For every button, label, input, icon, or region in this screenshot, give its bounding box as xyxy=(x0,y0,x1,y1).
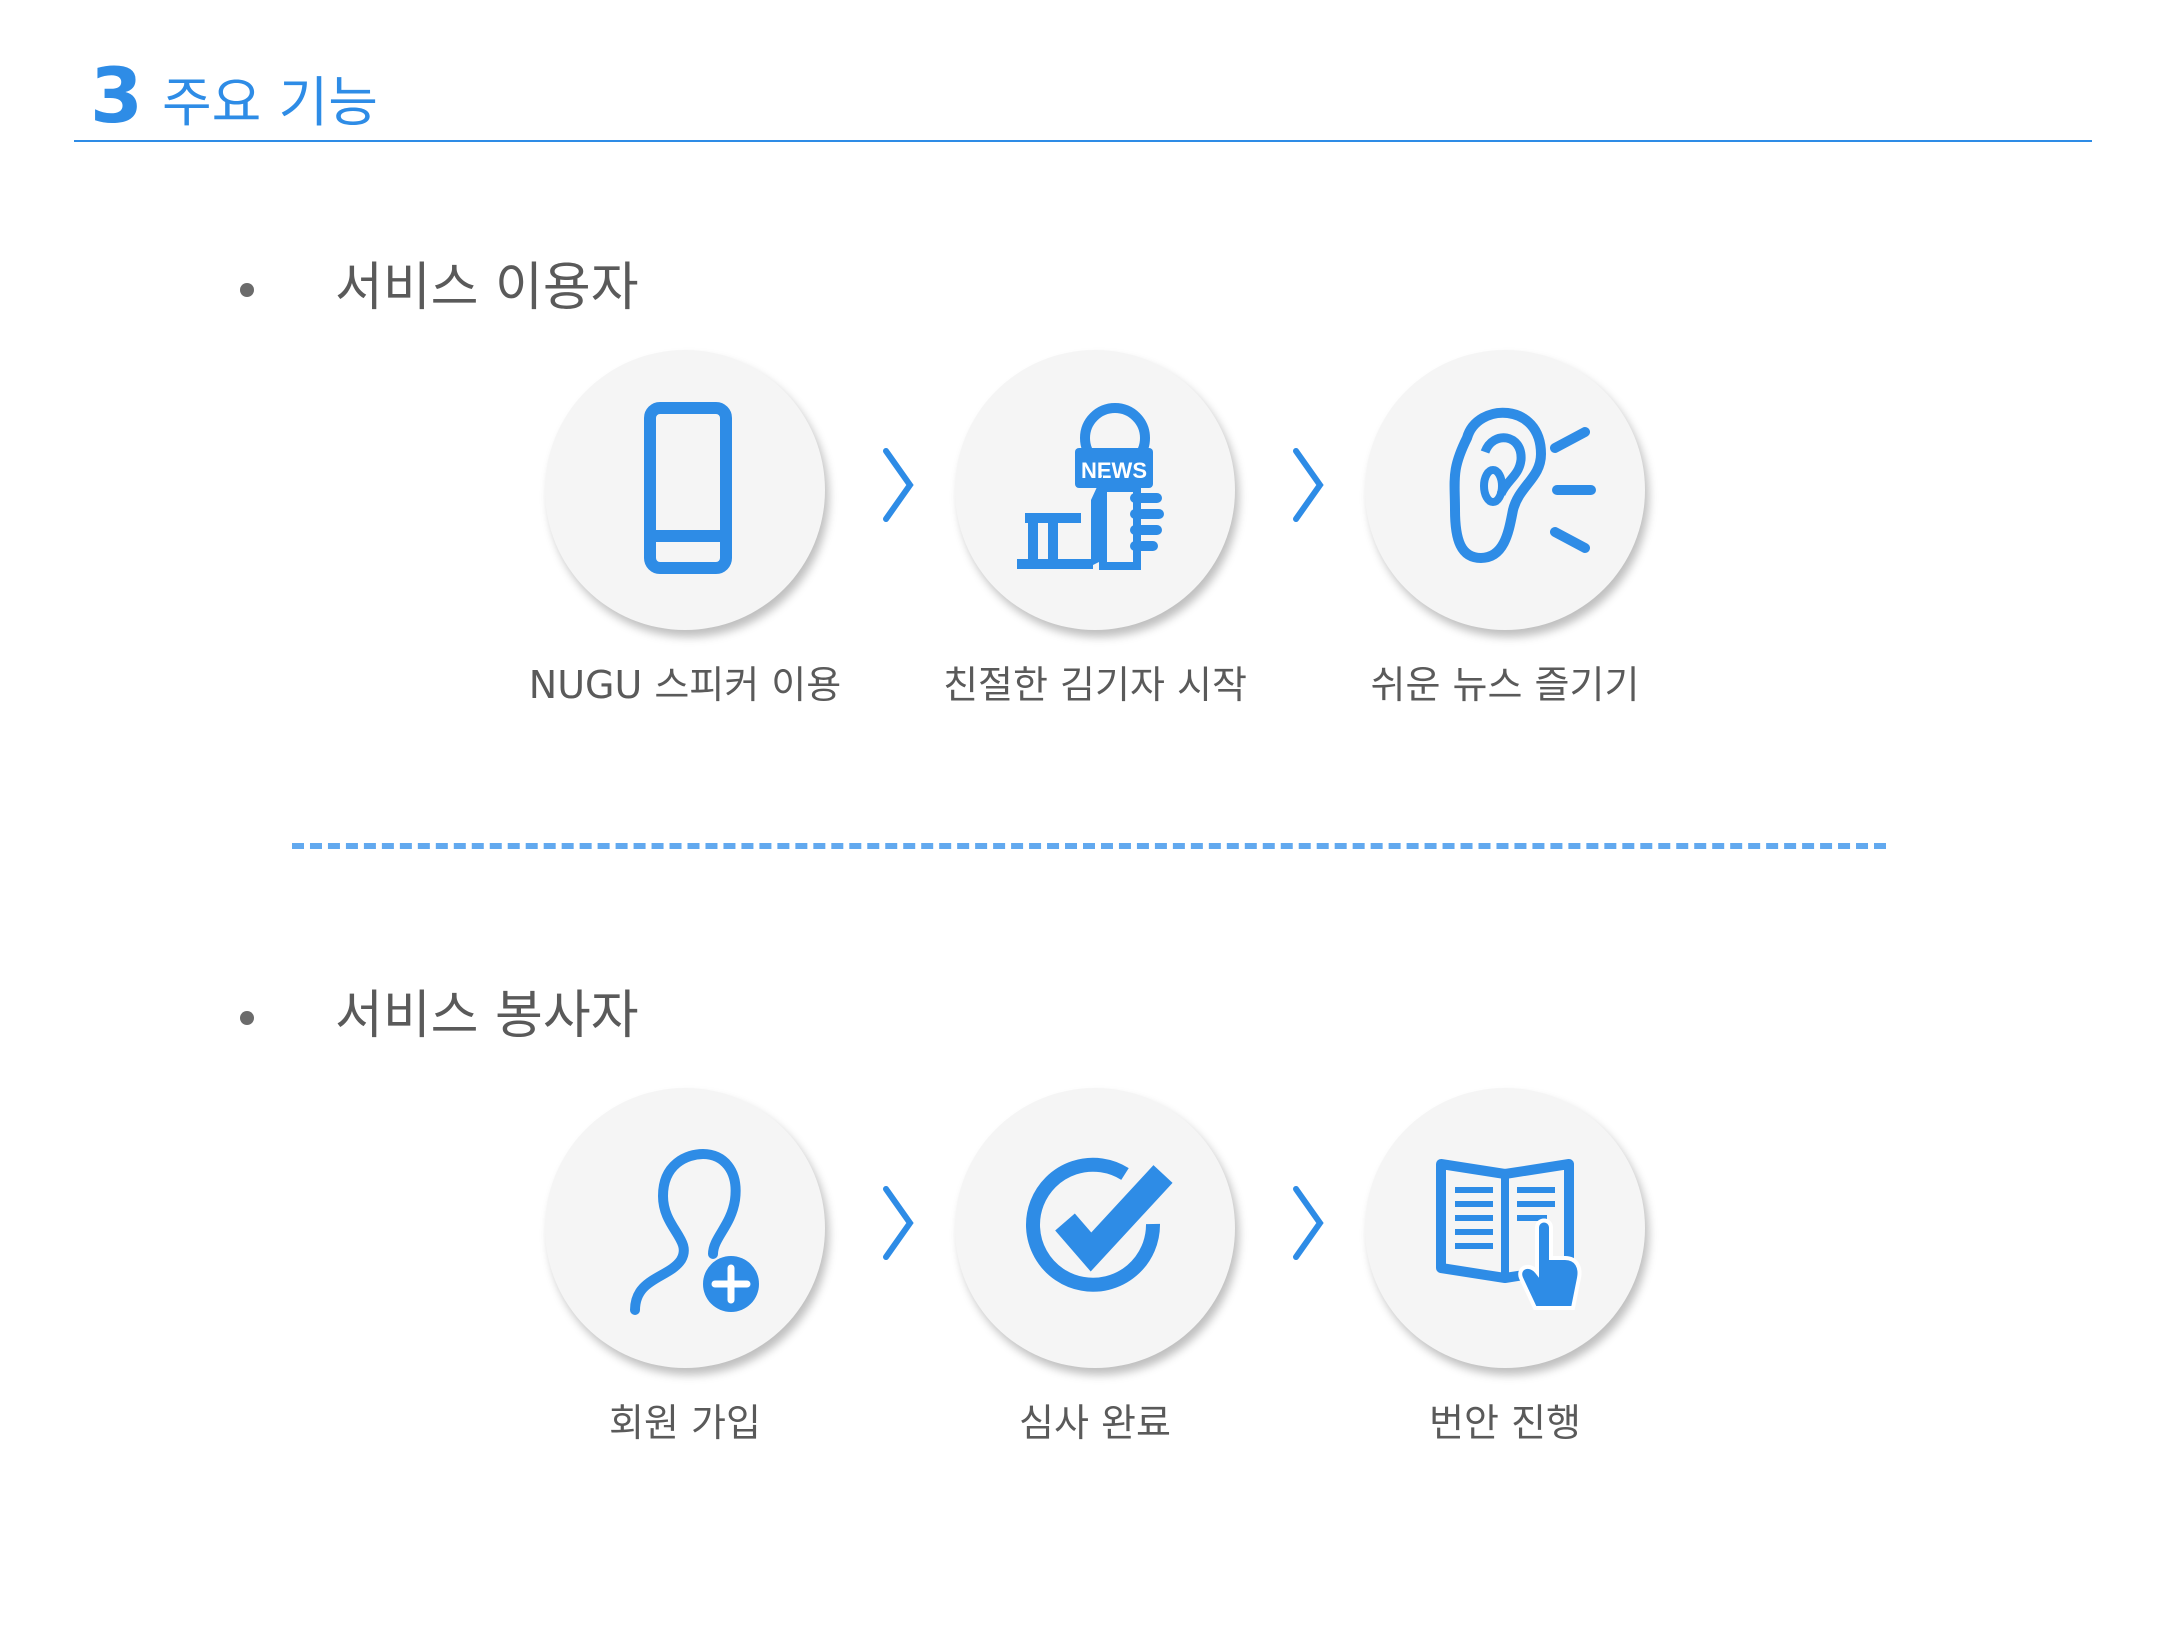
section-number: 3 xyxy=(90,51,143,140)
chevron-right-icon xyxy=(883,448,914,522)
step-label-review: 심사 완료 xyxy=(1019,1401,1171,1445)
step-label-listen: 쉬운 뉴스 즐기기 xyxy=(1370,663,1640,707)
step-circle-news: NEWS xyxy=(955,350,1235,630)
chevron-right-icon xyxy=(1293,1186,1324,1260)
section-title-volunteers: 서비스 봉사자 xyxy=(335,986,639,1046)
phone-icon xyxy=(644,402,732,574)
step-label-news: 친절한 김기자 시작 xyxy=(943,663,1247,707)
step-label-signup: 회원 가입 xyxy=(609,1401,761,1445)
step-circle-speaker xyxy=(545,350,825,630)
step-circle-review xyxy=(955,1088,1235,1368)
section-title-users: 서비스 이용자 xyxy=(335,258,639,318)
step-label-translate: 번안 진행 xyxy=(1429,1401,1581,1445)
step-circle-signup xyxy=(545,1088,825,1368)
news-label: NEWS xyxy=(1081,458,1147,483)
section-divider xyxy=(292,843,1886,849)
ear-listening-icon xyxy=(1449,407,1596,564)
news-reporter-icon: NEWS xyxy=(1017,403,1164,570)
open-book-icon xyxy=(1436,1159,1582,1310)
step-circle-listen xyxy=(1365,350,1645,630)
check-circle-icon xyxy=(1026,1157,1173,1292)
chevron-right-icon xyxy=(1293,448,1324,522)
add-user-icon xyxy=(630,1148,759,1315)
step-circle-translate xyxy=(1365,1088,1645,1368)
bullet-icon xyxy=(240,1011,254,1025)
page-title: 주요 기능 xyxy=(162,71,378,134)
chevron-right-icon xyxy=(883,1186,914,1260)
bullet-icon xyxy=(240,283,254,297)
title-underline xyxy=(74,140,2092,142)
step-label-speaker: NUGU 스피커 이용 xyxy=(528,663,842,707)
